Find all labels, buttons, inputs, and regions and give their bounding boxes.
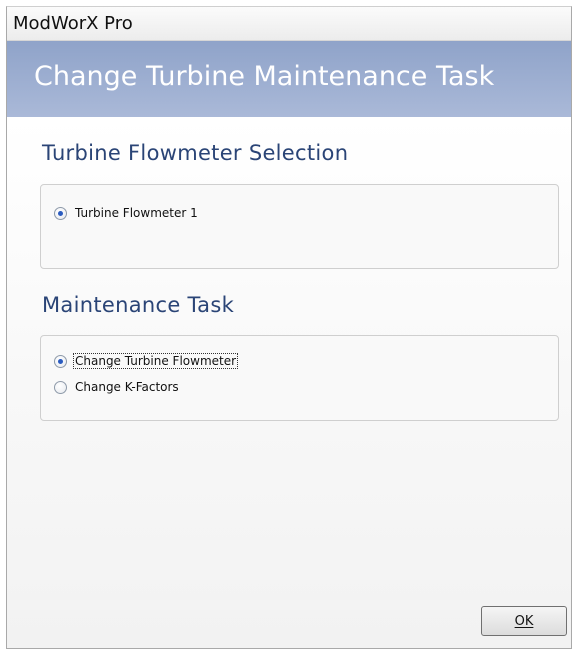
radio-label[interactable]: Change Turbine Flowmeter (72, 353, 239, 369)
radio-button-selected-icon[interactable] (54, 206, 67, 220)
flowmeter-selection-group: Turbine Flowmeter 1 (40, 184, 559, 269)
maintenance-task-group: Change Turbine Flowmeter Change K-Factor… (40, 335, 559, 421)
ok-button-label: OK (514, 613, 534, 629)
radio-turbine-flowmeter-1[interactable]: Turbine Flowmeter 1 (54, 204, 199, 222)
dialog-content: Turbine Flowmeter Selection Turbine Flow… (7, 117, 571, 648)
radio-button-unselected-icon[interactable] (54, 380, 67, 394)
radio-change-turbine-flowmeter[interactable]: Change Turbine Flowmeter (54, 352, 239, 370)
flowmeter-selection-title: Turbine Flowmeter Selection (42, 141, 349, 165)
dialog-window: ModWorX Pro Change Turbine Maintenance T… (6, 6, 572, 649)
radio-label[interactable]: Turbine Flowmeter 1 (74, 206, 199, 220)
radio-button-selected-icon[interactable] (54, 354, 67, 368)
radio-label[interactable]: Change K-Factors (74, 380, 180, 394)
title-bar: ModWorX Pro (7, 7, 571, 41)
page-heading: Change Turbine Maintenance Task (34, 61, 495, 92)
window-title: ModWorX Pro (13, 13, 133, 34)
ok-button[interactable]: OK (481, 606, 567, 636)
maintenance-task-title: Maintenance Task (42, 293, 235, 317)
radio-change-k-factors[interactable]: Change K-Factors (54, 378, 180, 396)
header-banner: Change Turbine Maintenance Task (7, 41, 571, 117)
